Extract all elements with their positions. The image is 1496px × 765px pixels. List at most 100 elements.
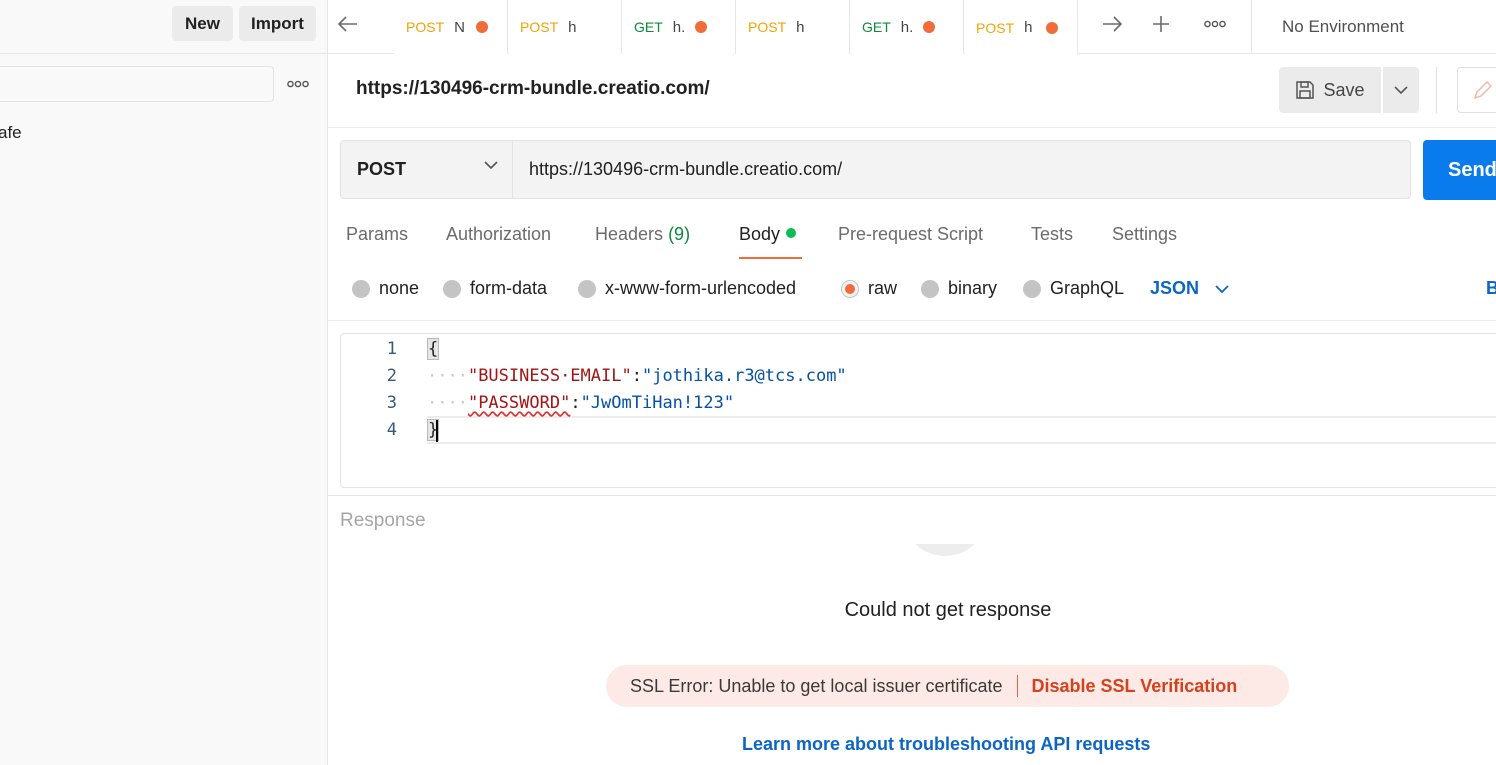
radio-label: form-data bbox=[470, 278, 548, 298]
sidebar-more-icon[interactable] bbox=[284, 72, 312, 96]
url-input[interactable]: https://130496-crm-bundle.creatio.com/ bbox=[513, 140, 1411, 199]
save-label: Save bbox=[1323, 79, 1365, 100]
radio-urlencoded[interactable]: x-www-form-urlencoded bbox=[578, 278, 796, 299]
tab-request-5[interactable]: GET h. bbox=[850, 0, 964, 54]
tab-settings[interactable]: Settings bbox=[1112, 224, 1177, 245]
line-number: 4 bbox=[386, 420, 397, 440]
tab-title: h bbox=[796, 18, 805, 36]
json-value: "JwOmTiHan!123" bbox=[580, 393, 735, 413]
method-label: POST bbox=[357, 159, 407, 179]
tab-method: POST bbox=[976, 19, 1015, 36]
environment-selector[interactable]: No Environment bbox=[1251, 0, 1496, 54]
indent-guide: ···· bbox=[427, 393, 468, 413]
tab-title: N bbox=[454, 18, 465, 36]
radio-icon bbox=[352, 279, 370, 298]
request-title[interactable]: https://130496-crm-bundle.creatio.com/ bbox=[356, 78, 710, 100]
divider bbox=[328, 127, 1496, 128]
edit-button[interactable] bbox=[1457, 67, 1496, 113]
tab-authorization[interactable]: Authorization bbox=[446, 224, 551, 245]
tab-request-2[interactable]: POST h bbox=[508, 0, 622, 54]
code-line: ····"PASSWORD":"JwOmTiHan!123" bbox=[427, 393, 734, 413]
json-key: "BUSINESS·EMAIL" bbox=[467, 366, 632, 386]
divider bbox=[1016, 675, 1018, 697]
tab-method: POST bbox=[520, 19, 559, 35]
radio-label: GraphQL bbox=[1050, 278, 1125, 298]
arrow-right-icon[interactable] bbox=[1096, 10, 1128, 38]
sidebar-item-label[interactable]: afe bbox=[0, 123, 22, 143]
response-label: Response bbox=[340, 510, 426, 531]
radio-label: none bbox=[379, 278, 420, 298]
pencil-icon bbox=[1473, 80, 1493, 100]
radio-label: x-www-form-urlencoded bbox=[605, 278, 797, 298]
radio-icon bbox=[1023, 279, 1041, 298]
radio-form-data[interactable]: form-data bbox=[443, 278, 547, 299]
language-select[interactable]: JSON bbox=[1150, 278, 1229, 299]
radio-graphql[interactable]: GraphQL bbox=[1023, 278, 1124, 299]
environment-label: No Environment bbox=[1282, 17, 1404, 36]
json-colon: : bbox=[631, 366, 642, 386]
headers-count: (9) bbox=[668, 224, 691, 244]
radio-icon bbox=[921, 279, 939, 298]
floppy-disk-icon bbox=[1295, 80, 1315, 100]
indent-guide: ···· bbox=[427, 366, 468, 386]
unsaved-dot-icon bbox=[694, 21, 707, 33]
tab-method: GET bbox=[634, 19, 663, 35]
tab-request-1[interactable]: POST N bbox=[394, 0, 508, 54]
tab-request-6[interactable]: POST h bbox=[964, 0, 1078, 55]
arrow-left-icon[interactable] bbox=[332, 10, 364, 38]
response-message: Could not get response bbox=[844, 599, 1052, 621]
text-caret bbox=[436, 420, 438, 442]
divider bbox=[328, 320, 1496, 321]
radio-binary[interactable]: binary bbox=[921, 278, 997, 299]
import-button[interactable]: Import bbox=[239, 6, 316, 41]
disable-ssl-button[interactable]: Disable SSL Verification bbox=[1032, 676, 1238, 697]
method-select[interactable]: POST bbox=[340, 140, 513, 199]
unsaved-dot-icon bbox=[922, 21, 935, 33]
ssl-error-text: SSL Error: Unable to get local issuer ce… bbox=[630, 675, 1003, 696]
json-colon: : bbox=[570, 393, 581, 413]
radio-icon bbox=[578, 279, 596, 298]
chevron-down-icon bbox=[1394, 86, 1408, 94]
tab-title: h. bbox=[672, 18, 685, 36]
tab-params[interactable]: Params bbox=[346, 224, 408, 245]
divider bbox=[328, 495, 1496, 496]
new-button[interactable]: New bbox=[172, 6, 233, 41]
sidebar-search-input[interactable] bbox=[0, 66, 274, 102]
active-tab-indicator bbox=[739, 257, 802, 259]
radio-raw[interactable]: raw bbox=[841, 278, 897, 299]
tab-body[interactable]: Body bbox=[739, 224, 797, 245]
beautify-link[interactable]: Beautify bbox=[1486, 278, 1496, 299]
json-key: "PASSWORD" bbox=[467, 393, 571, 413]
learn-more-link[interactable]: Learn more about troubleshooting API req… bbox=[742, 734, 1150, 755]
empty-state-illustration bbox=[902, 544, 988, 556]
tab-headers[interactable]: Headers (9) bbox=[595, 224, 690, 245]
tab-method: GET bbox=[862, 19, 891, 35]
radio-label: raw bbox=[868, 278, 898, 298]
code-line: { bbox=[427, 338, 440, 360]
line-number: 3 bbox=[386, 393, 397, 413]
tab-request-3[interactable]: GET h. bbox=[622, 0, 736, 54]
save-button[interactable]: Save bbox=[1279, 67, 1381, 113]
sidebar-header: New Import bbox=[0, 0, 327, 54]
tab-tests[interactable]: Tests bbox=[1031, 224, 1073, 245]
body-code-editor[interactable]: 1 2 3 4 { ····"BUSINESS·EMAIL":"jothika.… bbox=[340, 333, 1496, 488]
tab-title: h. bbox=[900, 18, 913, 36]
plus-icon[interactable] bbox=[1145, 10, 1177, 38]
radio-selected-icon bbox=[841, 279, 859, 298]
status-dot-icon bbox=[786, 228, 797, 238]
tab-title: h bbox=[1024, 19, 1033, 36]
tab-request-4[interactable]: POST h bbox=[736, 0, 850, 54]
more-horizontal-icon[interactable] bbox=[1199, 10, 1231, 38]
current-line-highlight bbox=[427, 416, 1496, 444]
send-button[interactable]: Send bbox=[1423, 140, 1496, 200]
radio-none[interactable]: none bbox=[352, 278, 419, 299]
line-number: 2 bbox=[386, 366, 397, 386]
tab-pre-request-script[interactable]: Pre-request Script bbox=[838, 224, 983, 245]
save-options-button[interactable] bbox=[1383, 67, 1419, 113]
open-brace: { bbox=[427, 338, 440, 360]
chevron-down-icon bbox=[484, 161, 498, 169]
tab-headers-label: Headers bbox=[595, 224, 664, 244]
unsaved-dot-icon bbox=[476, 21, 489, 33]
tab-title: h bbox=[568, 18, 577, 36]
unsaved-dot-icon bbox=[1046, 21, 1059, 34]
